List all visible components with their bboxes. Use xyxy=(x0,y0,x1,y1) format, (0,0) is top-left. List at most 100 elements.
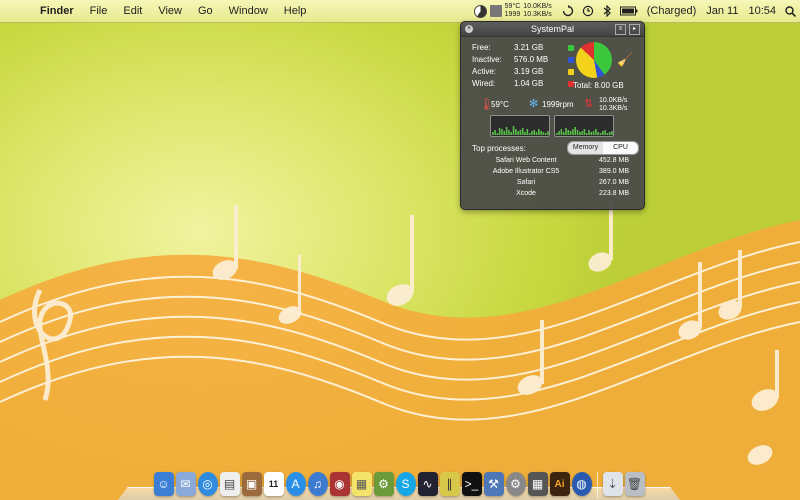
system-preferences-icon[interactable]: ⚙ xyxy=(505,472,526,496)
terminal-icon[interactable]: >_ xyxy=(461,472,482,496)
network-arrows-icon: ⇅ xyxy=(584,98,594,110)
menu-go[interactable]: Go xyxy=(190,0,221,22)
menu-bar: Finder File Edit View Go Window Help 59°… xyxy=(0,0,800,23)
close-icon[interactable]: × xyxy=(465,25,473,33)
xcode-icon[interactable]: ⚒ xyxy=(483,472,504,496)
process-size: 223.8 MB xyxy=(599,190,629,197)
dock: ☺ ✉ ◎ ▤ ▣ 11 A ♫ ◉ ▦ ⚙ S ∿ ∥ >_ ⚒ ⚙ ▦ Ai… xyxy=(118,466,680,500)
active-swatch xyxy=(568,69,574,75)
cpu-history-graph xyxy=(490,115,550,137)
finder-icon[interactable]: ☺ xyxy=(153,472,174,496)
memory-pie-mini-icon xyxy=(473,4,487,18)
time-machine-icon[interactable] xyxy=(578,5,598,17)
sensor-row: 🌡 59°C ✻ 1999rpm ⇅ 10.0KB/s 10.3KB/s xyxy=(471,97,636,113)
memory-total: Total: 8.00 GB xyxy=(573,81,624,90)
calendar-icon[interactable]: 11 xyxy=(263,472,284,496)
process-row[interactable]: Safari Web Content 452.8 MB xyxy=(481,156,629,166)
systempal-title: SystemPal xyxy=(530,24,574,34)
app-store-icon[interactable]: A xyxy=(285,472,306,496)
fan-icon: ✻ xyxy=(529,98,539,110)
menu-edit[interactable]: Edit xyxy=(115,0,150,22)
net-in-value: 10.0KB/s xyxy=(599,97,628,104)
memory-row-wired: Wired: 1.04 GB xyxy=(472,78,582,90)
clock[interactable]: 10:54 xyxy=(743,0,781,22)
list-view-icon[interactable]: ≡ xyxy=(615,24,626,35)
tab-cpu[interactable]: CPU xyxy=(603,142,638,154)
battery-status[interactable]: (Charged) xyxy=(642,0,702,22)
memory-row-free: Free: 3.21 GB xyxy=(472,42,582,54)
inactive-value: 576.0 MB xyxy=(514,55,549,64)
calculator-icon[interactable]: ▦ xyxy=(527,472,548,496)
sync-icon[interactable] xyxy=(558,5,578,17)
downloads-icon[interactable]: ⇣ xyxy=(602,472,623,496)
menu-window[interactable]: Window xyxy=(221,0,276,22)
memory-row-inactive: Inactive: 576.0 MB xyxy=(472,54,582,66)
systempal-title-bar[interactable]: × SystemPal ≡ ▸ xyxy=(461,22,644,37)
mail-stamp-icon[interactable]: ✉ xyxy=(175,472,196,496)
memory-row-active: Active: 3.19 GB xyxy=(472,66,582,78)
process-name: Adobe Illustrator CS5 xyxy=(492,168,560,175)
stickies-icon[interactable]: ▦ xyxy=(351,472,372,496)
menubar-temp: 59°C xyxy=(504,3,521,10)
purge-memory-icon[interactable]: 🧹 xyxy=(617,52,633,68)
active-label: Active: xyxy=(472,67,497,76)
inactive-swatch xyxy=(568,57,574,63)
systempal-panel: × SystemPal ≡ ▸ Free: 3.21 GB Inactive: … xyxy=(460,21,645,210)
process-row[interactable]: Xcode 223.8 MB xyxy=(481,189,629,199)
photos-icon[interactable]: ▣ xyxy=(241,472,262,496)
menubar-net-in: 10.0KB/s xyxy=(523,3,552,10)
cpu-meter-icon xyxy=(489,5,502,17)
cpu-temp: 59°C xyxy=(491,100,509,109)
memory-pie-chart xyxy=(576,42,612,78)
dock-separator xyxy=(596,472,598,498)
automator-icon[interactable]: ⚙ xyxy=(373,472,394,496)
process-row[interactable]: Adobe Illustrator CS5 389.0 MB xyxy=(481,167,629,177)
firefox-icon[interactable]: ◍ xyxy=(571,472,592,496)
spotlight-search-icon[interactable] xyxy=(781,5,800,17)
temp-rpm-readout: 59°C 1999 xyxy=(505,3,521,19)
battery-icon[interactable] xyxy=(616,6,642,16)
detach-icon[interactable]: ▸ xyxy=(629,24,640,35)
process-size: 267.0 MB xyxy=(599,179,629,186)
menu-view[interactable]: View xyxy=(150,0,190,22)
process-row[interactable]: Safari 267.0 MB xyxy=(481,178,629,188)
illustrator-icon[interactable]: Ai xyxy=(549,472,570,496)
net-out-value: 10.3KB/s xyxy=(599,105,628,112)
preview-icon[interactable]: ▤ xyxy=(219,472,240,496)
fan-speed: 1999rpm xyxy=(542,100,574,109)
menu-extras: 59°C 1999 10.0KB/s 10.3KB/s (Charged) Ja… xyxy=(468,0,800,22)
itunes-icon[interactable]: ♫ xyxy=(307,472,328,496)
inactive-label: Inactive: xyxy=(472,55,502,64)
parallels-icon[interactable]: ∥ xyxy=(439,472,460,496)
free-value: 3.21 GB xyxy=(514,43,544,52)
wired-value: 1.04 GB xyxy=(514,79,544,88)
process-size: 389.0 MB xyxy=(599,168,629,175)
wired-label: Wired: xyxy=(472,79,496,88)
date-label[interactable]: Jan 11 xyxy=(701,0,743,22)
trash-icon[interactable]: 🗑 xyxy=(624,472,645,496)
net-readout: 10.0KB/s 10.3KB/s xyxy=(523,3,551,19)
top-processes-label: Top processes: xyxy=(472,144,526,153)
network-speed: 10.0KB/s 10.3KB/s xyxy=(599,97,627,113)
safari-icon[interactable]: ◎ xyxy=(197,472,218,496)
process-name: Safari xyxy=(516,179,536,186)
free-label: Free: xyxy=(472,43,491,52)
menu-file[interactable]: File xyxy=(82,0,116,22)
menubar-rpm: 1999 xyxy=(504,11,521,18)
skype-icon[interactable]: S xyxy=(395,472,416,496)
photo-booth-icon[interactable]: ◉ xyxy=(329,472,350,496)
process-name: Safari Web Content xyxy=(495,157,557,164)
tab-memory[interactable]: Memory xyxy=(568,142,603,154)
systempal-menu-extra[interactable]: 59°C 1999 10.0KB/s 10.3KB/s xyxy=(468,3,558,19)
menu-app-finder[interactable]: Finder xyxy=(32,0,82,22)
network-history-graph xyxy=(554,115,614,137)
free-swatch xyxy=(568,45,574,51)
menu-help[interactable]: Help xyxy=(276,0,315,22)
process-size: 452.8 MB xyxy=(599,157,629,164)
menubar-net-out: 10.3KB/s xyxy=(523,11,552,18)
desktop-wallpaper xyxy=(0,0,800,500)
illustrator-label: Ai xyxy=(554,478,565,490)
calendar-day: 11 xyxy=(268,479,279,489)
activity-monitor-icon[interactable]: ∿ xyxy=(417,472,438,496)
bluetooth-icon[interactable] xyxy=(598,5,616,17)
